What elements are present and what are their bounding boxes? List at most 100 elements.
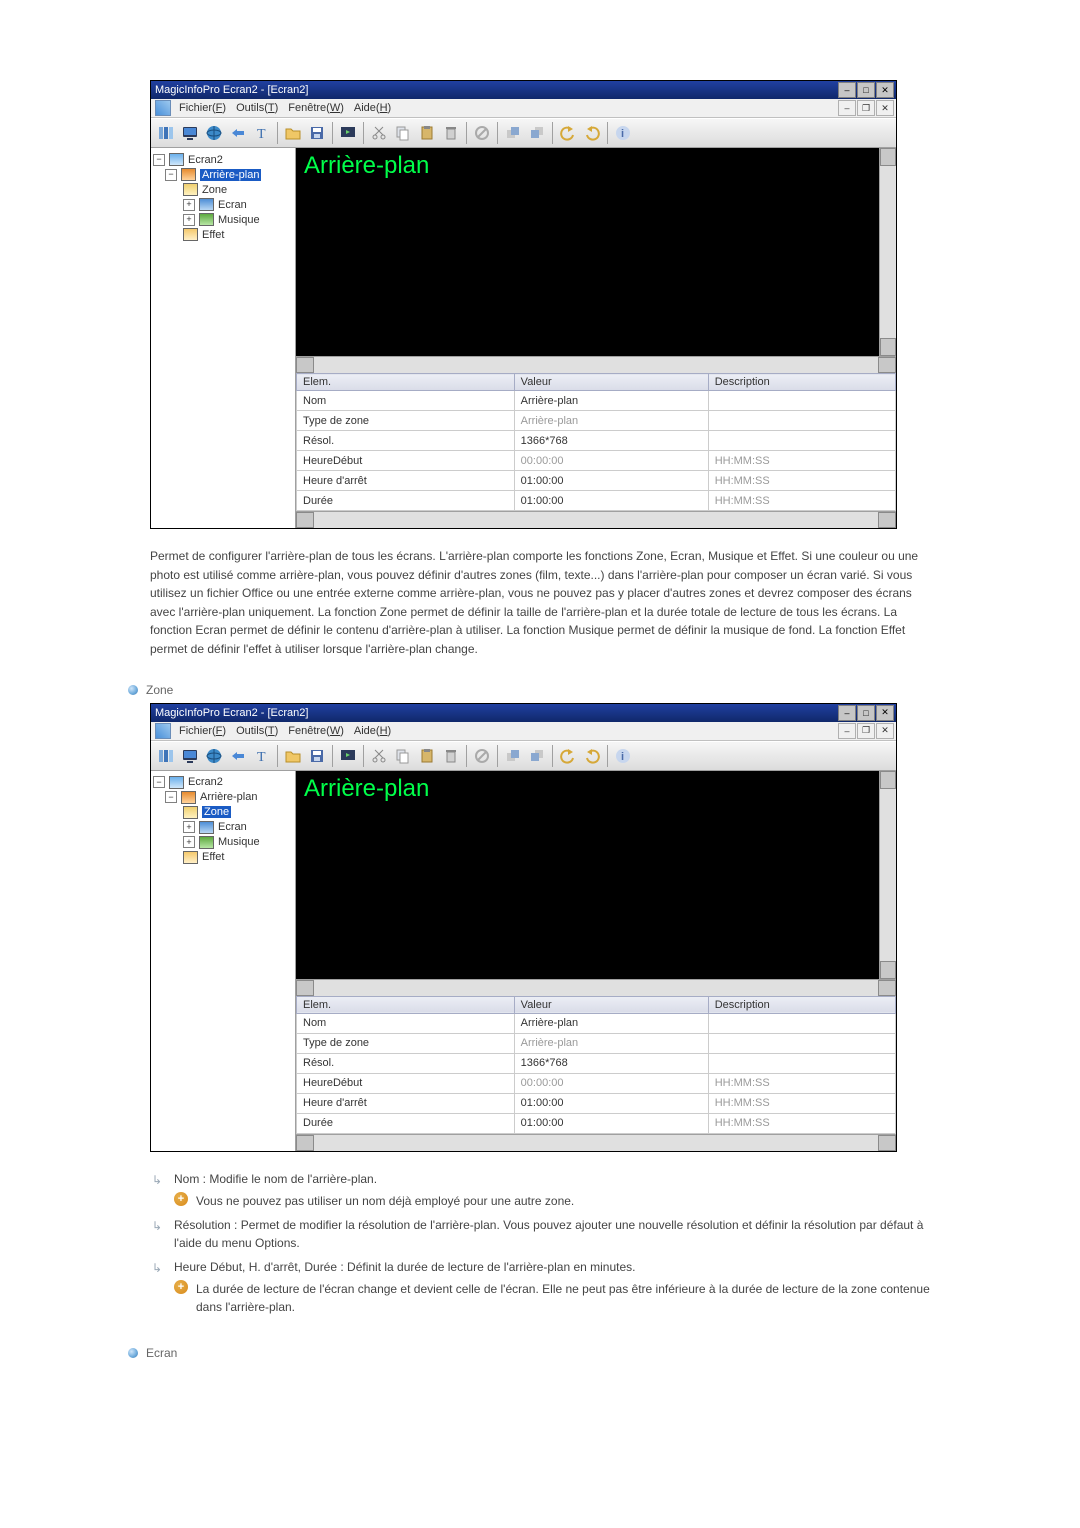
text-t-icon[interactable]: T (251, 122, 273, 144)
tree-bg[interactable]: −Arrière-plan (153, 790, 293, 805)
music-icon (199, 213, 214, 226)
globe-icon[interactable] (203, 122, 225, 144)
preview-area: Arrière-plan (296, 148, 896, 356)
maximize-button[interactable]: □ (857, 82, 875, 98)
monitor-icon[interactable] (179, 122, 201, 144)
open-folder-icon[interactable] (282, 122, 304, 144)
library-icon[interactable] (155, 122, 177, 144)
bring-front-icon[interactable] (502, 745, 524, 767)
collapse-icon[interactable]: − (165, 791, 177, 803)
vertical-scrollbar[interactable] (879, 148, 896, 356)
grid-horizontal-scrollbar[interactable] (296, 511, 896, 528)
menu-window[interactable]: Fenêtre(W) (288, 102, 344, 114)
bring-front-icon[interactable] (502, 122, 524, 144)
minimize-button[interactable]: – (838, 82, 856, 98)
maximize-button[interactable]: □ (857, 705, 875, 721)
child-restore-button[interactable]: ❐ (857, 723, 875, 739)
titlebar[interactable]: MagicInfoPro Ecran2 - [Ecran2] – □ ✕ (151, 81, 896, 99)
col-valeur[interactable]: Valeur (514, 996, 708, 1013)
expand-icon[interactable]: + (183, 214, 195, 226)
app-window-2: MagicInfoPro Ecran2 - [Ecran2] – □ ✕ Fic… (150, 703, 897, 1152)
text-t-icon[interactable]: T (251, 745, 273, 767)
tree-root[interactable]: −Ecran2 (153, 775, 293, 790)
col-description[interactable]: Description (708, 996, 895, 1013)
play-screen-icon[interactable] (337, 745, 359, 767)
grid-horizontal-scrollbar[interactable] (296, 1134, 896, 1151)
col-elem[interactable]: Elem. (297, 374, 515, 391)
delete-icon[interactable] (440, 122, 462, 144)
arrows-icon[interactable] (227, 122, 249, 144)
redo-icon[interactable] (581, 122, 603, 144)
expand-icon[interactable]: + (183, 199, 195, 211)
svg-text:i: i (621, 751, 624, 763)
open-folder-icon[interactable] (282, 745, 304, 767)
arrows-icon[interactable] (227, 745, 249, 767)
col-valeur[interactable]: Valeur (514, 374, 708, 391)
undo-icon[interactable] (557, 745, 579, 767)
globe-icon[interactable] (203, 745, 225, 767)
screen-icon (169, 153, 184, 166)
collapse-icon[interactable]: − (153, 154, 165, 166)
tree-root[interactable]: −Ecran2 (153, 152, 293, 167)
play-screen-icon[interactable] (337, 122, 359, 144)
send-back-icon[interactable] (526, 745, 548, 767)
close-button[interactable]: ✕ (876, 82, 894, 98)
menu-tools[interactable]: Outils(T) (236, 725, 278, 737)
horizontal-scrollbar[interactable] (296, 979, 896, 996)
tree-effect[interactable]: Effet (153, 227, 293, 242)
tree-ecran[interactable]: +Ecran (153, 820, 293, 835)
menu-window[interactable]: Fenêtre(W) (288, 725, 344, 737)
save-disk-icon[interactable] (306, 122, 328, 144)
tree-effect[interactable]: Effet (153, 850, 293, 865)
col-elem[interactable]: Elem. (297, 996, 515, 1013)
svg-text:T: T (257, 127, 266, 142)
undo-icon[interactable] (557, 122, 579, 144)
library-icon[interactable] (155, 745, 177, 767)
body-paragraph: Permet de configurer l'arrière-plan de t… (150, 547, 930, 659)
info-icon[interactable]: i (612, 122, 634, 144)
child-close-button[interactable]: ✕ (876, 723, 894, 739)
redo-icon[interactable] (581, 745, 603, 767)
paste-icon[interactable] (416, 122, 438, 144)
tree-music[interactable]: +Musique (153, 212, 293, 227)
monitor-icon[interactable] (179, 745, 201, 767)
delete-icon[interactable] (440, 745, 462, 767)
tree-zone[interactable]: Zone (153, 805, 293, 820)
titlebar[interactable]: MagicInfoPro Ecran2 - [Ecran2] – □ ✕ (151, 704, 896, 722)
menu-help[interactable]: Aide(H) (354, 102, 391, 114)
col-description[interactable]: Description (708, 374, 895, 391)
tree-music[interactable]: +Musique (153, 835, 293, 850)
horizontal-scrollbar[interactable] (296, 356, 896, 373)
cut-icon[interactable] (368, 745, 390, 767)
tree-bg[interactable]: −Arrière-plan (153, 167, 293, 182)
tree-ecran[interactable]: +Ecran (153, 197, 293, 212)
plus-circle-icon: + (174, 1192, 188, 1206)
collapse-icon[interactable]: − (165, 169, 177, 181)
paste-icon[interactable] (416, 745, 438, 767)
minimize-button[interactable]: – (838, 705, 856, 721)
copy-icon[interactable] (392, 745, 414, 767)
vertical-scrollbar[interactable] (879, 771, 896, 979)
menu-tools[interactable]: Outils(T) (236, 102, 278, 114)
denied-icon[interactable] (471, 745, 493, 767)
expand-icon[interactable]: + (183, 821, 195, 833)
menu-file[interactable]: Fichier(F) (179, 725, 226, 737)
copy-icon[interactable] (392, 122, 414, 144)
child-restore-button[interactable]: ❐ (857, 100, 875, 116)
close-button[interactable]: ✕ (876, 705, 894, 721)
tree-zone[interactable]: Zone (153, 182, 293, 197)
send-back-icon[interactable] (526, 122, 548, 144)
properties-grid: Elem. Valeur Description NomArrière-plan… (296, 373, 896, 511)
child-close-button[interactable]: ✕ (876, 100, 894, 116)
info-icon[interactable]: i (612, 745, 634, 767)
svg-text:T: T (257, 750, 266, 765)
collapse-icon[interactable]: − (153, 776, 165, 788)
menu-file[interactable]: Fichier(F) (179, 102, 226, 114)
cut-icon[interactable] (368, 122, 390, 144)
denied-icon[interactable] (471, 122, 493, 144)
save-disk-icon[interactable] (306, 745, 328, 767)
menu-help[interactable]: Aide(H) (354, 725, 391, 737)
child-minimize-button[interactable]: – (838, 723, 856, 739)
child-minimize-button[interactable]: – (838, 100, 856, 116)
expand-icon[interactable]: + (183, 836, 195, 848)
